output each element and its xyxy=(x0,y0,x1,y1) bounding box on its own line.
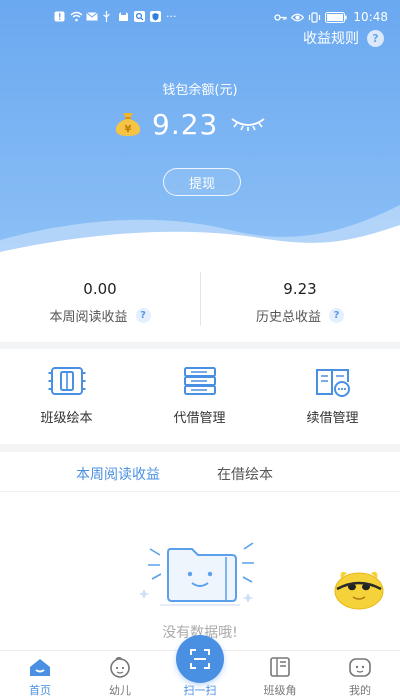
money-bag-icon: ¥ xyxy=(112,109,144,141)
home-icon xyxy=(30,659,50,676)
withdraw-button[interactable]: 提现 xyxy=(163,168,241,196)
nav-label: 幼儿 xyxy=(109,684,131,697)
class-corner-icon xyxy=(270,657,290,677)
scan-icon xyxy=(190,649,210,669)
key-icon xyxy=(274,12,288,23)
clock-time: 10:48 xyxy=(353,10,388,24)
proxy-borrow-icon xyxy=(183,367,216,395)
shield-notify-icon xyxy=(150,11,161,22)
scan-label: 扫一扫 xyxy=(183,684,217,697)
total-earnings-label: 历史总收益 xyxy=(255,310,321,325)
nav-label: 我的 xyxy=(349,684,371,697)
nav-label: 班级角 xyxy=(263,684,297,697)
action-renew-borrow[interactable]: 续借管理 xyxy=(266,349,399,444)
mail-icon xyxy=(86,11,98,22)
battery-icon xyxy=(325,11,348,23)
eye-status-icon xyxy=(291,12,305,23)
action-label: 续借管理 xyxy=(306,411,359,426)
earnings-stats: 0.00 本周阅读收益 ? 9.23 历史总收益 ? xyxy=(0,258,400,342)
status-bar: ··· 10:48 xyxy=(0,10,400,28)
quick-actions: 班级绘本 代借管理 续借管理 xyxy=(0,349,400,444)
child-icon xyxy=(110,656,130,678)
scan-button[interactable] xyxy=(176,635,224,683)
hide-balance-eye-icon[interactable] xyxy=(230,114,266,136)
help-icon[interactable]: ? xyxy=(135,308,151,323)
balance-amount: 9.23 xyxy=(152,108,219,141)
action-label: 代借管理 xyxy=(173,411,226,426)
tab-weekly-earnings[interactable]: 本周阅读收益 xyxy=(76,464,160,484)
weekly-earnings-label: 本周阅读收益 xyxy=(49,310,128,325)
search-notify-icon xyxy=(134,11,145,22)
weekly-earnings-stat[interactable]: 0.00 本周阅读收益 ? xyxy=(0,258,200,342)
nav-profile[interactable]: 我的 xyxy=(320,651,400,700)
wifi-icon xyxy=(70,11,83,22)
nav-home[interactable]: 首页 xyxy=(0,651,80,700)
nav-class-corner[interactable]: 班级角 xyxy=(240,651,320,700)
action-class-books[interactable]: 班级绘本 xyxy=(0,349,133,444)
content-tabs: 本周阅读收益 在借绘本 xyxy=(0,452,400,492)
balance-row: ¥ 9.23 xyxy=(112,108,266,141)
wallet-balance-label: 钱包余额(元) xyxy=(162,83,238,98)
svg-text:¥: ¥ xyxy=(125,124,132,135)
class-books-icon xyxy=(48,367,85,395)
profile-icon xyxy=(349,658,371,677)
renew-borrow-icon xyxy=(315,369,350,397)
action-label: 班级绘本 xyxy=(40,411,93,426)
help-icon[interactable]: ? xyxy=(329,308,344,323)
usb-icon xyxy=(102,11,113,22)
earnings-rules-link[interactable]: 收益规则 ? xyxy=(303,28,384,48)
alert-icon xyxy=(54,11,65,22)
mascot-helper-icon[interactable] xyxy=(333,567,385,611)
earnings-rules-label: 收益规则 xyxy=(303,31,359,47)
vibrate-icon xyxy=(308,11,321,23)
help-icon: ? xyxy=(367,29,384,47)
total-earnings-stat[interactable]: 9.23 历史总收益 ? xyxy=(200,258,400,342)
tab-borrowed-books[interactable]: 在借绘本 xyxy=(217,464,273,484)
empty-folder-illustration xyxy=(140,542,254,606)
more-notifications: ··· xyxy=(166,10,177,23)
wallet-header: ··· 10:48 收益规则 ? 钱包余额(元) ¥ 9.23 提现 xyxy=(0,0,400,258)
total-earnings-value: 9.23 xyxy=(283,280,317,298)
weekly-earnings-value: 0.00 xyxy=(83,280,117,298)
nav-children[interactable]: 幼儿 xyxy=(80,651,160,700)
earnings-content: 本周阅读收益 在借绘本 没有数据哦! xyxy=(0,452,400,650)
nav-label: 首页 xyxy=(29,684,51,697)
app-notify-icon xyxy=(118,11,129,22)
action-proxy-borrow[interactable]: 代借管理 xyxy=(133,349,266,444)
